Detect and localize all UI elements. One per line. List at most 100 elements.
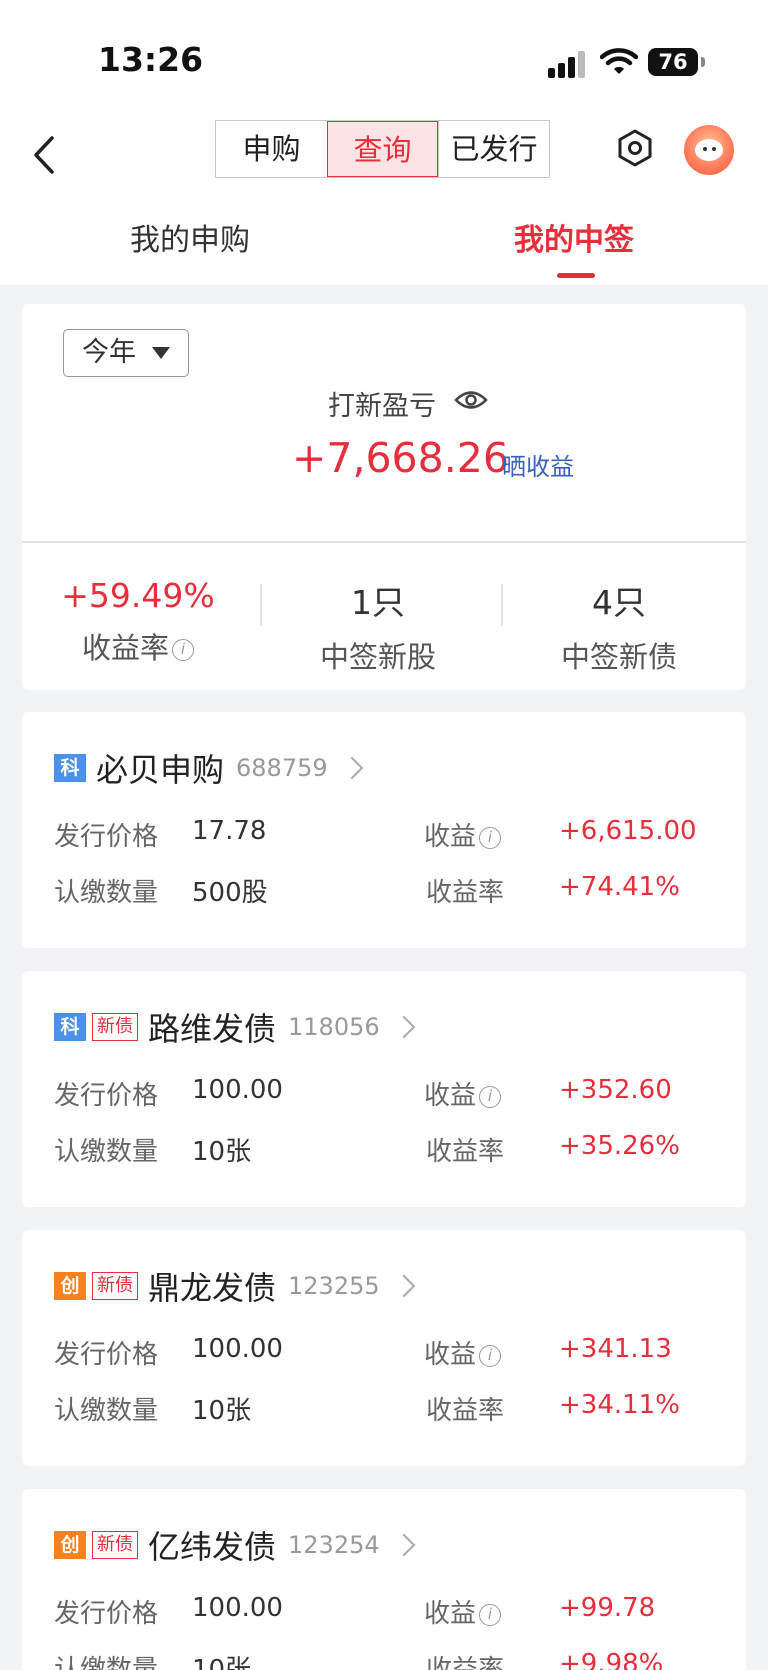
quantity-value: 500股 [192, 878, 268, 908]
chevron-right-icon [340, 756, 363, 780]
rate-value: +34.11% [559, 1390, 680, 1420]
chevron-right-icon [392, 1015, 415, 1039]
card-title-row[interactable]: 创 新债 亿纬发债 123254 [54, 1525, 415, 1566]
rate-value: +9.98% [559, 1649, 664, 1670]
profit-value: +352.60 [559, 1075, 672, 1105]
rate-label: 收益率 [426, 1396, 505, 1426]
security-name: 必贝申购 [96, 751, 225, 789]
stat-separator [501, 584, 503, 626]
new-bond-badge: 新债 [92, 1013, 138, 1041]
period-dropdown[interactable]: 今年 [63, 329, 189, 377]
new-bond-badge: 新债 [92, 1272, 138, 1300]
security-name: 亿纬发债 [148, 1528, 277, 1566]
quantity-label: 认缴数量 [54, 878, 159, 908]
rate-value: +35.26% [559, 1131, 680, 1161]
stat-value: 1只 [351, 583, 405, 622]
quantity-label: 认缴数量 [54, 1137, 159, 1167]
pl-label: 打新盈亏 [328, 391, 436, 422]
price-label: 发行价格 [54, 822, 159, 852]
stat-value: +59.49% [61, 576, 215, 615]
eye-icon[interactable] [454, 388, 488, 412]
active-tab-indicator [557, 273, 595, 278]
rate-label: 收益率 [426, 878, 505, 908]
wifi-icon [600, 48, 638, 74]
card-title-row[interactable]: 创 新债 鼎龙发债 123255 [54, 1266, 415, 1307]
price-value: 100.00 [192, 1593, 283, 1623]
profit-label: 收益 [424, 822, 477, 852]
info-icon[interactable]: i [479, 1344, 502, 1367]
settings-hex-icon[interactable] [616, 128, 654, 168]
price-label: 发行价格 [54, 1599, 159, 1629]
price-label: 发行价格 [54, 1081, 159, 1111]
tab-my-subscriptions[interactable]: 我的申购 [130, 215, 250, 259]
quantity-label: 认缴数量 [54, 1396, 159, 1426]
rate-label: 收益率 [426, 1137, 505, 1167]
chevron-right-icon [392, 1274, 415, 1298]
security-code: 688759 [236, 754, 328, 782]
profit-value: +341.13 [559, 1334, 672, 1364]
board-badge: 科 [54, 754, 86, 782]
summary-card: 今年 打新盈亏 +7,668.26 晒收益 +59.49% 收益率 i 1只 中签… [22, 304, 746, 690]
profit-value: +6,615.00 [559, 816, 697, 846]
quantity-value: 10张 [192, 1396, 252, 1426]
security-name: 路维发债 [148, 1010, 277, 1048]
pl-value: +7,668.26 [292, 434, 509, 482]
segment-subscribe[interactable]: 申购 [216, 121, 327, 177]
security-name: 鼎龙发债 [148, 1269, 277, 1307]
allotment-card[interactable]: 科 新债 路维发债 118056 发行价格 100.00 收益 i +352.60… [22, 971, 746, 1207]
info-icon[interactable]: i [172, 639, 194, 661]
info-icon[interactable]: i [479, 826, 502, 849]
profit-label: 收益 [424, 1340, 477, 1370]
security-code: 123254 [288, 1531, 380, 1559]
status-time: 13:26 [98, 40, 204, 79]
stat-allotted-bonds: 4只 中签新债 [504, 576, 734, 676]
quantity-label: 认缴数量 [54, 1655, 159, 1670]
rate-label: 收益率 [426, 1655, 505, 1670]
price-value: 100.00 [192, 1075, 283, 1105]
info-icon[interactable]: i [479, 1603, 502, 1626]
allotment-card[interactable]: 创 新债 亿纬发债 123254 发行价格 100.00 收益 i +99.78 … [22, 1489, 746, 1670]
header: 申购 查询 已发行 我的申购 我的中签 [0, 110, 768, 285]
profit-value: +99.78 [559, 1593, 656, 1623]
board-badge: 创 [54, 1531, 86, 1559]
period-label: 今年 [82, 337, 136, 368]
board-badge: 科 [54, 1013, 86, 1041]
avatar[interactable] [684, 125, 734, 175]
chevron-right-icon [392, 1533, 415, 1557]
rate-value: +74.41% [559, 872, 680, 902]
share-profit-link[interactable]: 晒收益 [502, 447, 574, 482]
profit-label: 收益 [424, 1599, 477, 1629]
info-icon[interactable]: i [479, 1085, 502, 1108]
price-value: 100.00 [192, 1334, 283, 1364]
allotment-card[interactable]: 创 新债 鼎龙发债 123255 发行价格 100.00 收益 i +341.13… [22, 1230, 746, 1466]
divider [22, 541, 746, 543]
card-title-row[interactable]: 科 新债 路维发债 118056 [54, 1007, 415, 1048]
card-title-row[interactable]: 科 必贝申购 688759 [54, 748, 363, 789]
stat-allotted-stocks: 1只 中签新股 [263, 576, 493, 676]
new-bond-badge: 新债 [92, 1531, 138, 1559]
stat-value: 4只 [592, 583, 646, 622]
security-code: 123255 [288, 1272, 380, 1300]
stat-separator [260, 584, 262, 626]
board-badge: 创 [54, 1272, 86, 1300]
profit-label: 收益 [424, 1081, 477, 1111]
stat-label: 中签新股 [319, 640, 436, 674]
quantity-value: 10张 [192, 1655, 252, 1670]
segmented-control: 申购 查询 已发行 [215, 120, 550, 178]
back-arrow-icon[interactable] [26, 130, 66, 180]
cellular-signal-icon [548, 50, 588, 78]
tab-my-allotments[interactable]: 我的中签 [514, 215, 634, 259]
status-bar: 13:26 76 [0, 0, 768, 110]
allotment-card[interactable]: 科 必贝申购 688759 发行价格 17.78 收益 i +6,615.00 认… [22, 712, 746, 948]
price-label: 发行价格 [54, 1340, 159, 1370]
stat-return-rate: +59.49% 收益率 i [23, 576, 253, 667]
stat-label: 中签新债 [560, 640, 677, 674]
quantity-value: 10张 [192, 1137, 252, 1167]
price-value: 17.78 [192, 816, 267, 846]
security-code: 118056 [288, 1013, 380, 1041]
caret-down-icon [152, 347, 170, 359]
stat-label: 收益率 [81, 631, 169, 665]
segment-query[interactable]: 查询 [327, 121, 438, 177]
segment-issued[interactable]: 已发行 [438, 121, 549, 177]
battery-indicator: 76 [648, 48, 705, 76]
